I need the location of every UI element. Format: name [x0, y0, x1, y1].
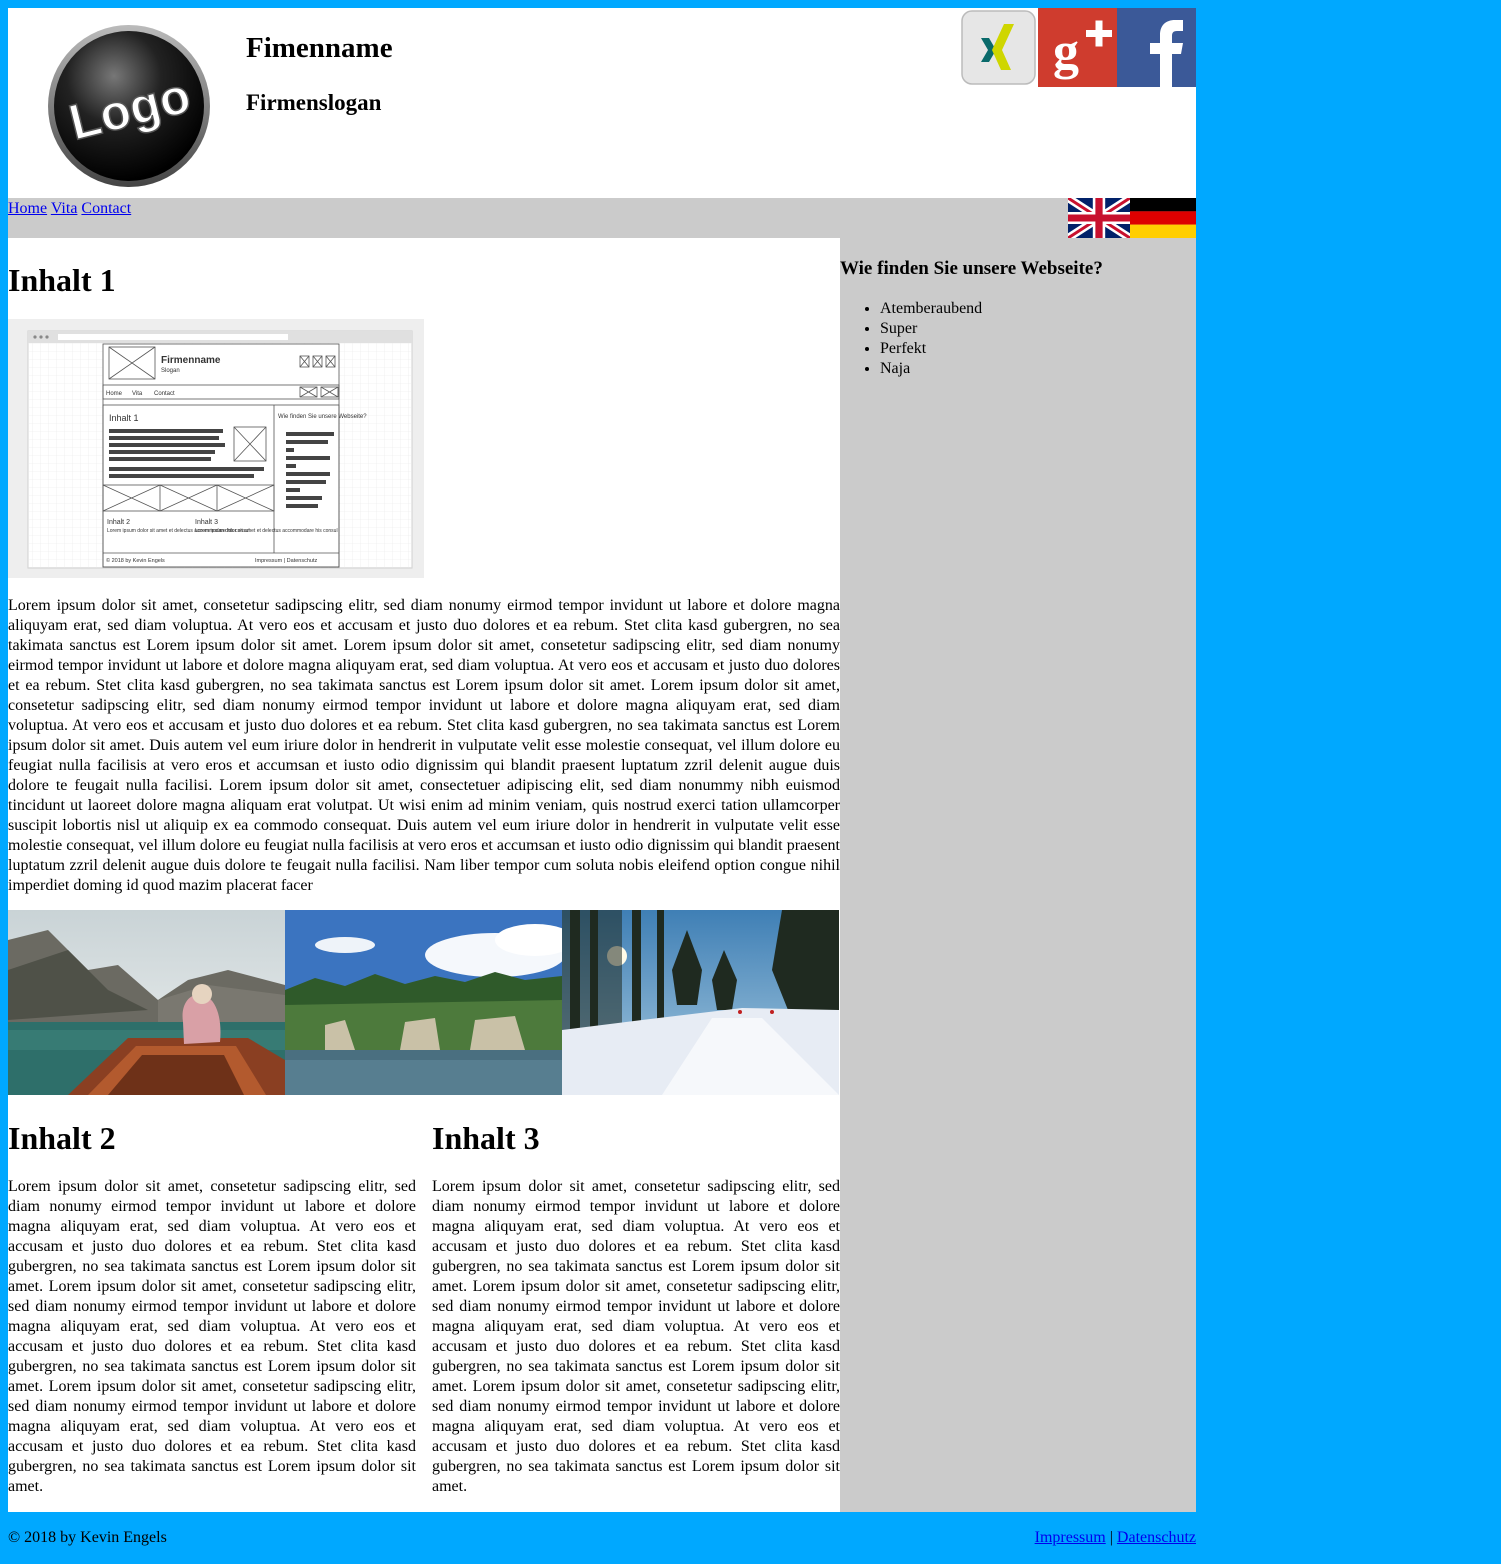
section2-title: Inhalt 2	[8, 1120, 116, 1156]
german-flag-icon[interactable]	[1130, 198, 1196, 238]
poll-option: Perfekt	[880, 339, 982, 359]
wire-nav-vita: Vita	[132, 391, 143, 397]
company-slogan: Firmenslogan	[246, 90, 382, 115]
datenschutz-link[interactable]: Datenschutz	[1117, 1529, 1196, 1546]
wire-footer-right: Impressum | Datenschutz	[255, 558, 318, 564]
wire-company: Firmenname	[161, 355, 221, 366]
logo[interactable]: Logo	[47, 24, 211, 188]
wire-col3-title: Inhalt 3	[195, 519, 218, 526]
impressum-link[interactable]: Impressum	[1035, 1529, 1106, 1546]
social-links: g	[959, 8, 1196, 87]
forest-lake-photo	[285, 910, 562, 1095]
snowy-forest-photo	[562, 910, 839, 1095]
wire-content-title: Inhalt 1	[109, 413, 139, 423]
poll-option: Super	[880, 319, 982, 339]
nav-contact-link[interactable]: Contact	[81, 200, 131, 217]
poll-option: Naja	[880, 359, 982, 379]
wire-col2-title: Inhalt 2	[107, 519, 130, 526]
poll-title: Wie finden Sie unsere Webseite?	[840, 258, 1103, 279]
wire-nav-home: Home	[106, 391, 123, 397]
xing-icon[interactable]	[959, 8, 1038, 87]
wireframe-image: Firmenname Slogan Home Vita Contact Inha…	[8, 319, 424, 578]
wire-nav-contact: Contact	[154, 391, 175, 397]
nav-home-link[interactable]: Home	[8, 200, 47, 217]
wire-sidebar-title: Wie finden Sie unsere Webseite?	[278, 414, 367, 420]
main-nav: Home Vita Contact	[8, 198, 1196, 238]
section3-title: Inhalt 3	[432, 1120, 540, 1156]
poll-list: Atemberaubend Super Perfekt Naja	[840, 299, 982, 379]
facebook-icon[interactable]	[1117, 8, 1196, 87]
site-header: Logo Fimenname Firmenslogan g	[8, 8, 1196, 198]
section1-title: Inhalt 1	[8, 262, 116, 298]
nav-links: Home Vita Contact	[8, 200, 131, 218]
google-plus-icon[interactable]: g	[1038, 8, 1117, 87]
main-content: Inhalt 1 Firmenname Slogan Home Vita Con…	[8, 238, 840, 1512]
uk-flag-icon[interactable]	[1068, 198, 1130, 238]
wire-slogan: Slogan	[161, 368, 180, 374]
section1-text: Lorem ipsum dolor sit amet, consetetur s…	[8, 597, 840, 894]
photo-gallery	[8, 910, 839, 1095]
site-footer: © 2018 by Kevin Engels Impressum | Daten…	[8, 1512, 1196, 1564]
poll-option: Atemberaubend	[880, 299, 982, 319]
section2-text: Lorem ipsum dolor sit amet, consetetur s…	[8, 1178, 416, 1495]
language-switcher	[1068, 198, 1196, 238]
wire-footer-left: © 2018 by Kevin Engels	[106, 557, 165, 564]
page: Logo Fimenname Firmenslogan g Home Vita …	[8, 8, 1196, 1546]
company-name: Fimenname	[246, 32, 393, 64]
nav-vita-link[interactable]: Vita	[51, 200, 78, 217]
copyright: © 2018 by Kevin Engels	[8, 1529, 167, 1546]
legal-links: Impressum | Datenschutz	[1035, 1529, 1196, 1547]
section3-text: Lorem ipsum dolor sit amet, consetetur s…	[432, 1178, 840, 1495]
wire-col3-text: Lorem ipsum dolor sit amet et delectus a…	[195, 528, 338, 534]
lake-boat-photo	[8, 910, 285, 1095]
content-area: Inhalt 1 Firmenname Slogan Home Vita Con…	[8, 238, 1196, 1512]
footer-separator: |	[1105, 1529, 1117, 1546]
svg-text:g: g	[1053, 23, 1079, 80]
